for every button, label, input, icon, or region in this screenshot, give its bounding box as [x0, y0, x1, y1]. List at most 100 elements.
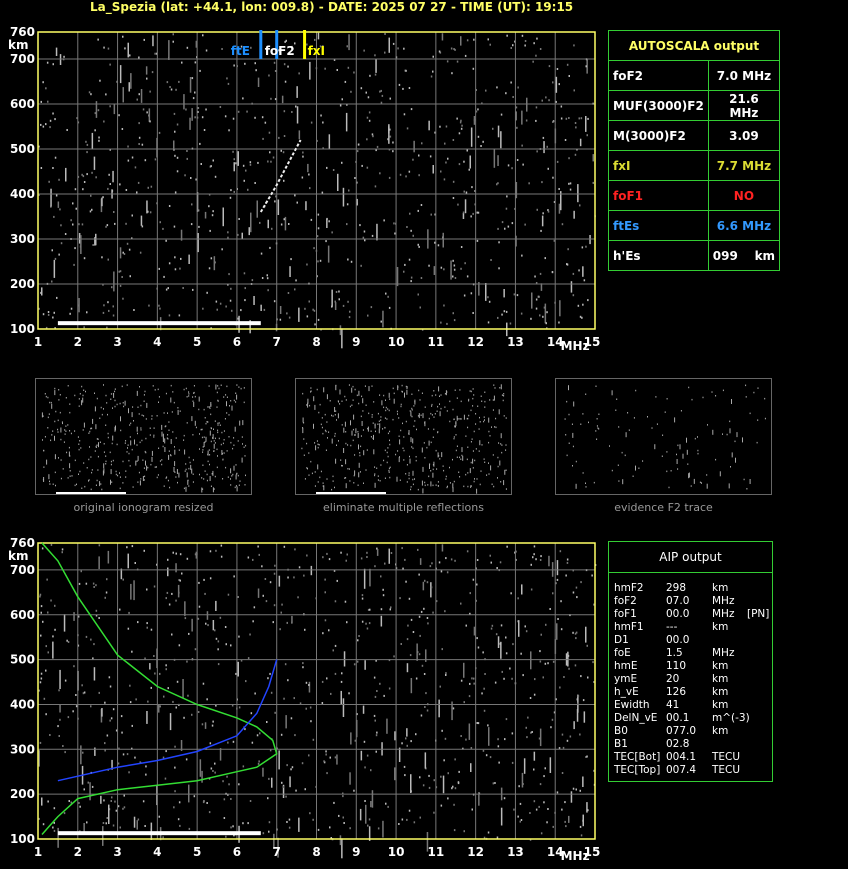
noise-dot: [341, 838, 343, 859]
thumb-dot: [49, 483, 51, 485]
thumb-dot: [138, 471, 140, 474]
thumb-dot: [419, 399, 421, 401]
thumb-dot: [341, 464, 342, 467]
thumb-dot: [481, 400, 483, 402]
noise-dot: [134, 562, 136, 564]
thumb-dot: [345, 477, 347, 479]
thumb-dot: [185, 486, 187, 492]
thumb-dot: [405, 385, 407, 388]
aip-label: B1: [614, 738, 628, 750]
thumb-dot: [46, 459, 48, 465]
thumb-dot: [188, 467, 190, 470]
aip-value: 20: [666, 673, 680, 685]
noise-dot: [567, 651, 569, 667]
thumb-dot: [415, 456, 417, 458]
thumb-dot: [746, 488, 748, 490]
noise-dot: [122, 807, 124, 810]
noise-dot: [510, 592, 512, 595]
thumb-dot: [325, 449, 327, 451]
thumb-dot: [343, 427, 345, 433]
noise-dot: [406, 638, 409, 641]
thumb-dot: [500, 443, 502, 445]
thumb-dot: [367, 427, 369, 430]
noise-dot: [401, 818, 404, 821]
noise-dot: [283, 697, 285, 700]
noise-dot: [302, 662, 304, 665]
thumb-dot: [505, 417, 507, 419]
thumb-dot: [735, 457, 736, 463]
thumb-dot: [373, 434, 374, 440]
noise-dot: [425, 692, 427, 695]
noise-dot: [232, 740, 235, 743]
thumb-dot: [676, 453, 677, 456]
thumb-dot: [327, 437, 328, 439]
thumb-dot: [60, 427, 62, 433]
noise-dot: [565, 825, 567, 828]
noise-dot: [563, 676, 565, 678]
noise-dot: [304, 628, 306, 631]
thumb-dot: [478, 450, 480, 452]
thumb-dot: [88, 479, 90, 481]
noise-dot: [460, 735, 462, 737]
thumb-dot: [764, 397, 766, 400]
thumb-dot: [360, 415, 362, 418]
thumb-dot: [374, 474, 376, 477]
thumb-dot: [210, 485, 212, 487]
thumb-dot: [461, 454, 463, 457]
thumb-dot: [163, 412, 165, 414]
noise-dot: [171, 633, 173, 636]
thumb-dot: [328, 431, 330, 433]
thumb-dot: [134, 439, 135, 445]
noise-dot: [308, 754, 310, 757]
noise-dot: [364, 800, 366, 802]
noise-dot: [357, 639, 359, 642]
noise-dot: [102, 826, 104, 846]
noise-dot: [57, 725, 59, 728]
thumb-dot: [321, 417, 323, 419]
noise-dot: [496, 567, 498, 569]
noise-dot: [529, 812, 531, 814]
noise-dot: [371, 790, 374, 808]
noise-dot: [556, 578, 559, 581]
thumb-dot: [355, 428, 357, 434]
noise-dot: [353, 789, 355, 792]
thumb-dot: [406, 386, 408, 388]
noise-dot: [281, 781, 283, 784]
thumb-dot: [749, 479, 751, 484]
thumb-dot: [185, 468, 187, 471]
thumb-dot: [65, 430, 67, 432]
thumb-dot: [433, 428, 435, 431]
thumb-dot: [228, 414, 230, 416]
noise-dot: [334, 756, 337, 759]
thumb-dot: [203, 436, 205, 438]
noise-dot: [562, 746, 565, 749]
noise-dot: [251, 741, 254, 744]
noise-dot: [67, 716, 70, 719]
noise-dot: [194, 648, 197, 651]
noise-dot: [219, 616, 222, 619]
noise-dot: [523, 758, 526, 774]
thumb-dot: [585, 482, 586, 484]
thumb-dot: [169, 486, 171, 489]
autoscala-output-table: AUTOSCALA output foF2 7.0 MHz MUF(3000)F2…: [607, 30, 781, 271]
thumb-dot: [220, 443, 222, 446]
noise-dot: [120, 715, 123, 718]
noise-dot: [564, 820, 566, 823]
noise-dot: [570, 791, 573, 803]
noise-dot: [52, 641, 54, 659]
noise-dot: [188, 827, 191, 830]
noise-dot: [476, 583, 478, 586]
noise-dot: [338, 814, 340, 817]
noise-dot: [476, 637, 478, 640]
thumb-dot: [324, 413, 326, 416]
x-tick-label: 8: [312, 845, 320, 859]
noise-dot: [339, 835, 342, 846]
thumb-dot: [221, 450, 223, 455]
noise-dot: [582, 699, 585, 702]
noise-dot: [366, 556, 368, 558]
thumb-dot: [230, 400, 232, 402]
aip-label: TEC[Bot]: [614, 751, 661, 763]
noise-dot: [204, 592, 206, 595]
noise-dot: [385, 802, 387, 805]
thumb-dot: [83, 462, 85, 464]
